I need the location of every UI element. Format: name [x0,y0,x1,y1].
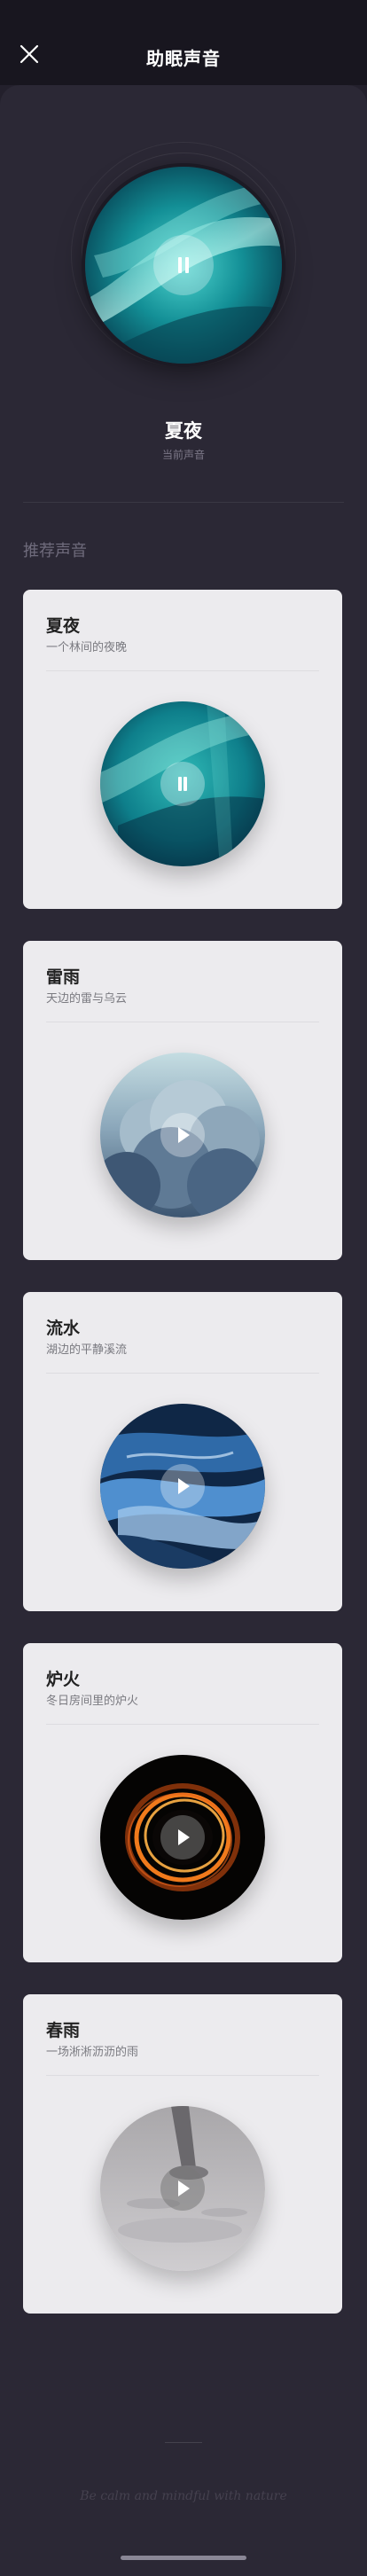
card-title: 雷雨 [46,968,81,987]
card-divider [46,1724,319,1725]
card-pause-button[interactable] [160,762,205,806]
footer-tagline: Be calm and mindful with nature [80,2489,287,2503]
card-play-button[interactable] [160,1464,205,1508]
top-bar: 助眠声音 [0,0,367,85]
card-title: 春雨 [46,2022,81,2040]
pause-icon [177,777,188,791]
page-title: 助眠声音 [146,50,221,69]
play-icon [178,2181,190,2196]
section-title: 推荐声音 [23,542,87,560]
play-icon [178,1127,190,1143]
card-play-button[interactable] [160,1815,205,1860]
section-divider [23,502,344,503]
card-description: 一个林间的夜晚 [46,640,128,654]
sound-card[interactable]: 夏夜 一个林间的夜晚 [23,590,342,909]
sound-card[interactable]: 雷雨 天边的雷与乌云 [23,941,342,1260]
sound-card[interactable]: 流水 湖边的平静溪流 [23,1292,342,1611]
card-play-button[interactable] [160,1113,205,1157]
card-description: 一场淅淅沥沥的雨 [46,2045,139,2058]
card-title: 流水 [46,1319,81,1338]
card-description: 冬日房间里的炉火 [46,1694,139,1707]
card-description: 天边的雷与乌云 [46,991,128,1005]
now-playing-subtitle: 当前声音 [161,449,205,461]
card-title: 夏夜 [46,617,81,636]
hero-pause-button[interactable] [153,235,214,295]
pause-icon [177,257,190,273]
now-playing-title: 夏夜 [165,421,202,442]
card-play-button[interactable] [160,2166,205,2211]
card-divider [46,670,319,671]
play-icon [178,1478,190,1494]
footer-divider [165,2442,202,2443]
card-divider [46,1373,319,1374]
card-description: 湖边的平静溪流 [46,1343,128,1356]
home-indicator[interactable] [121,2556,246,2560]
card-divider [46,2075,319,2076]
sound-card[interactable]: 春雨 一场淅淅沥沥的雨 [23,1994,342,2314]
card-title: 炉火 [46,1671,81,1689]
play-icon [178,1829,190,1845]
sound-card[interactable]: 炉火 冬日房间里的炉火 [23,1643,342,1962]
